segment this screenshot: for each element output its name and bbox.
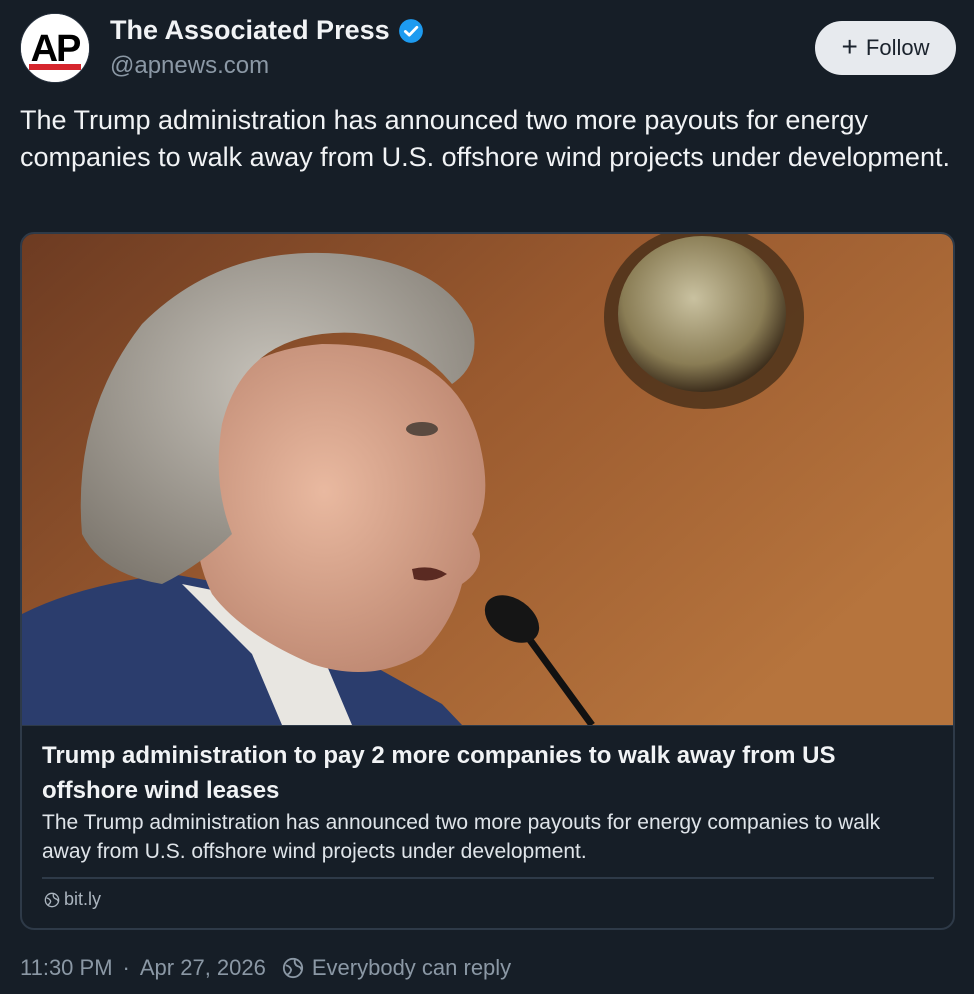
author-name-row[interactable]: The Associated Press <box>110 15 424 46</box>
verified-badge-icon <box>398 18 423 43</box>
link-card[interactable]: Trump administration to pay 2 more compa… <box>20 232 955 930</box>
author-name[interactable]: The Associated Press <box>110 15 390 46</box>
post-container: AP The Associated Press @apnews.com + Fo… <box>0 0 974 994</box>
avatar[interactable]: AP <box>20 13 90 83</box>
post-meta: 11:30 PM · Apr 27, 2026 Everybody can re… <box>20 955 511 981</box>
globe-icon <box>282 957 303 979</box>
reply-setting[interactable]: Everybody can reply <box>282 955 511 981</box>
article-photo-image <box>22 234 953 725</box>
link-card-separator <box>42 877 934 879</box>
link-card-domain: bit.ly <box>64 889 102 909</box>
reply-setting-label: Everybody can reply <box>311 955 512 980</box>
meta-separator: · <box>122 955 130 980</box>
ap-logo-icon: AP <box>21 14 89 82</box>
post-time[interactable]: 11:30 PM <box>20 955 113 981</box>
post-text: The Trump administration has announced t… <box>20 105 950 172</box>
link-card-domain-row: bit.ly <box>44 889 101 910</box>
link-card-description: The Trump administration has announced t… <box>42 811 881 863</box>
author-handle[interactable]: @apnews.com <box>110 52 269 80</box>
svg-text:AP: AP <box>31 28 81 70</box>
card-image-divider <box>22 725 953 726</box>
plus-icon: + <box>841 30 858 62</box>
follow-button[interactable]: + Follow <box>815 21 956 75</box>
follow-button-label: Follow <box>865 35 930 60</box>
globe-icon <box>44 892 60 907</box>
link-card-title[interactable]: Trump administration to pay 2 more compa… <box>42 738 922 808</box>
post-date[interactable]: Apr 27, 2026 <box>140 955 266 981</box>
